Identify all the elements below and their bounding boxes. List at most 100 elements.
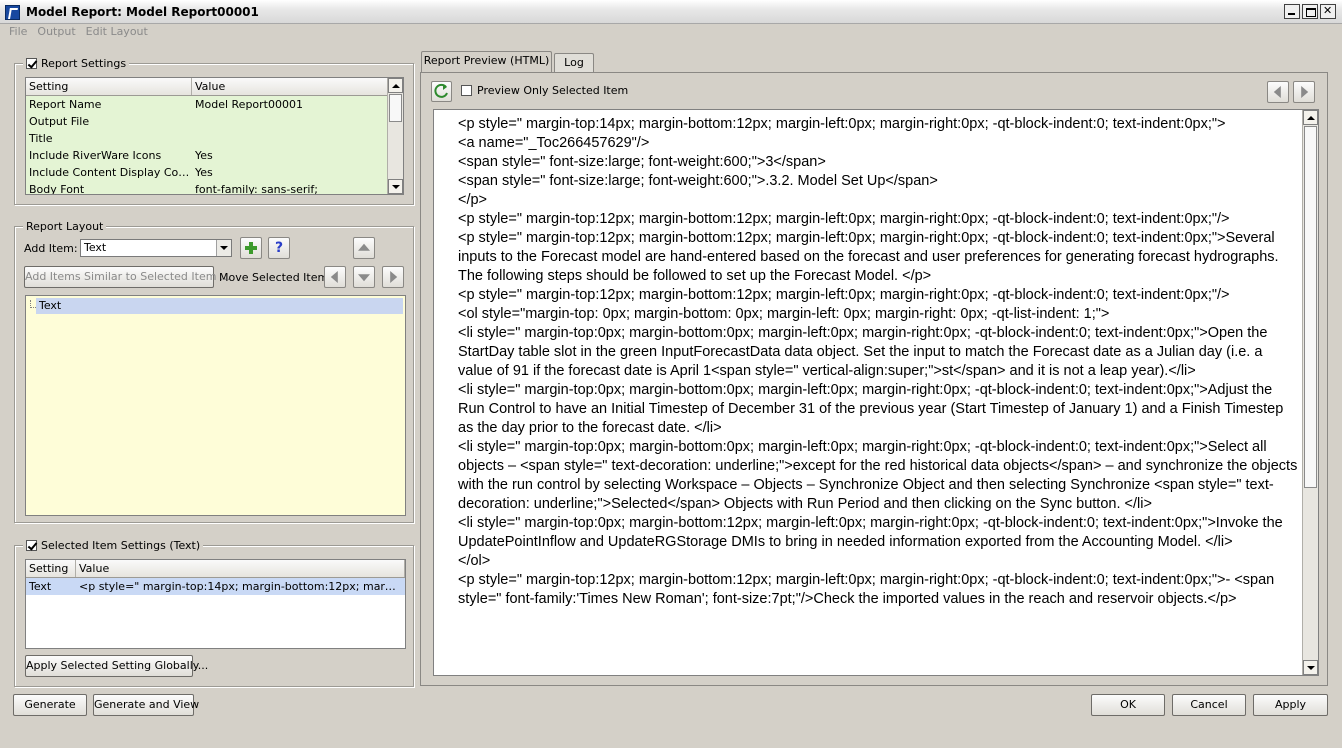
row-setting: Include RiverWare Icons [29, 149, 162, 162]
menu-bar: File Output Edit Layout [0, 24, 1342, 40]
add-item-select[interactable]: Text [80, 239, 232, 257]
help-icon: ? [274, 240, 284, 256]
report-settings-header: Report Settings [23, 57, 130, 70]
scroll-thumb[interactable] [389, 94, 402, 122]
ok-button[interactable]: OK [1091, 694, 1165, 716]
riverware-app-icon [5, 5, 20, 20]
preview-scrollbar[interactable] [1302, 110, 1318, 675]
row-value[interactable]: Yes [192, 147, 388, 164]
row-setting: Text [29, 580, 52, 593]
column-header-value[interactable]: Value [192, 78, 388, 95]
table-row[interactable]: Output File [26, 113, 403, 130]
apply-setting-globally-button[interactable]: Apply Selected Setting Globally... [25, 655, 208, 677]
html-line: </ol> [458, 553, 491, 569]
title-bar: Model Report: Model Report00001 [0, 0, 1342, 24]
close-button[interactable] [1320, 4, 1336, 19]
refresh-button[interactable] [431, 81, 452, 102]
menu-file[interactable]: File [9, 24, 27, 40]
report-layout-header: Report Layout [23, 220, 107, 233]
row-value[interactable]: font-family: sans-serif; [192, 181, 388, 194]
table-row[interactable]: Title [26, 130, 403, 147]
selected-item-settings-table-header: Setting Value [26, 560, 405, 578]
table-row[interactable]: Report Name Model Report00001 [26, 96, 403, 113]
preview-only-selected-checkbox[interactable] [461, 85, 472, 96]
row-setting: Body Font [29, 183, 85, 195]
column-header-setting[interactable]: Setting [26, 560, 76, 577]
html-line: <p style=" margin-top:12px; margin-botto… [458, 287, 1230, 303]
scroll-up-icon[interactable] [388, 78, 403, 93]
help-button[interactable]: ? [268, 237, 290, 259]
html-line: <span style=" font-size:large; font-weig… [458, 154, 826, 170]
html-line: <li style=" margin-top:0px; margin-botto… [458, 382, 1284, 436]
window-controls [1284, 4, 1336, 19]
report-layout-title: Report Layout [26, 220, 104, 233]
report-settings-checkbox[interactable] [26, 58, 37, 69]
preview-only-selected-label: Preview Only Selected Item [477, 84, 629, 97]
row-value[interactable]: <p style=" margin-top:14px; margin-botto… [76, 578, 401, 595]
html-line: <li style=" margin-top:0px; margin-botto… [458, 439, 1298, 512]
row-value[interactable]: Model Report00001 [192, 96, 388, 113]
window-title: Model Report: Model Report00001 [26, 5, 259, 19]
move-down-button[interactable] [353, 266, 375, 288]
apply-button[interactable]: Apply [1253, 694, 1328, 716]
selected-item-settings-checkbox[interactable] [26, 540, 37, 551]
scroll-down-icon[interactable] [388, 179, 403, 194]
row-value[interactable] [192, 130, 388, 147]
column-header-setting[interactable]: Setting [26, 78, 192, 95]
maximize-button[interactable] [1302, 4, 1318, 19]
report-layout-group: Report Layout Add Item: Text ? Add Items… [14, 220, 414, 523]
selected-item-settings-title: Selected Item Settings (Text) [41, 539, 201, 552]
add-item-label: Add Item: [24, 242, 78, 255]
html-line: <p style=" margin-top:12px; margin-botto… [458, 230, 1279, 284]
report-preview-pane: Preview Only Selected Item <p style=" ma… [420, 72, 1328, 686]
move-up-button[interactable] [353, 237, 375, 259]
preview-forward-button[interactable] [1293, 81, 1315, 103]
report-layout-tree[interactable]: Text [25, 295, 406, 516]
report-settings-title: Report Settings [41, 57, 127, 70]
preview-back-button[interactable] [1267, 81, 1289, 103]
generate-and-view-button[interactable]: Generate and View [93, 694, 199, 716]
row-value[interactable]: Yes [192, 164, 388, 181]
html-preview-area[interactable]: <p style=" margin-top:14px; margin-botto… [433, 109, 1319, 676]
cancel-button[interactable]: Cancel [1172, 694, 1246, 716]
row-setting: Include Content Display Controls [29, 166, 192, 179]
menu-output[interactable]: Output [37, 24, 75, 40]
add-item-select-value: Text [84, 241, 107, 254]
tree-item-text[interactable]: Text [36, 298, 403, 314]
row-value[interactable] [192, 113, 388, 130]
selected-item-settings-table: Setting Value Text <p style=" margin-top… [25, 559, 406, 649]
minimize-button[interactable] [1284, 4, 1300, 19]
table-row[interactable]: Body Font font-family: sans-serif; [26, 181, 403, 195]
html-line: <p style=" margin-top:12px; margin-botto… [458, 572, 1275, 607]
table-row[interactable]: Text <p style=" margin-top:14px; margin-… [26, 578, 405, 595]
move-right-button[interactable] [382, 266, 404, 288]
generate-button[interactable]: Generate [13, 694, 87, 716]
scroll-down-icon[interactable] [1303, 660, 1318, 675]
menu-edit-layout[interactable]: Edit Layout [86, 24, 148, 40]
html-line: <li style=" margin-top:0px; margin-botto… [458, 325, 1268, 379]
html-line: <li style=" margin-top:0px; margin-botto… [458, 515, 1283, 550]
report-settings-table-header: Setting Value [26, 78, 403, 96]
tab-report-preview[interactable]: Report Preview (HTML) [421, 51, 552, 73]
html-line: </p> [458, 192, 488, 208]
chevron-down-icon[interactable] [216, 240, 231, 256]
scroll-up-icon[interactable] [1303, 110, 1318, 125]
tab-log[interactable]: Log [554, 53, 594, 73]
report-settings-table: Setting Value Report Name Model Report00… [25, 77, 404, 195]
table-row[interactable]: Include Content Display Controls Yes [26, 164, 403, 181]
move-left-button[interactable] [324, 266, 346, 288]
add-item-button[interactable] [240, 237, 262, 259]
table-row[interactable]: Include RiverWare Icons Yes [26, 147, 403, 164]
plus-icon [245, 242, 257, 254]
column-header-value[interactable]: Value [76, 560, 405, 577]
row-setting: Report Name [29, 98, 102, 111]
html-line: <p style=" margin-top:12px; margin-botto… [458, 211, 1230, 227]
selected-item-settings-header: Selected Item Settings (Text) [23, 539, 204, 552]
scroll-thumb[interactable] [1304, 126, 1317, 488]
move-selected-item-label: Move Selected Item: [219, 271, 332, 284]
add-similar-items-button[interactable]: Add Items Similar to Selected Item ... [24, 266, 230, 288]
html-line: <span style=" font-size:large; font-weig… [458, 173, 938, 189]
selected-item-settings-group: Selected Item Settings (Text) Setting Va… [14, 539, 414, 687]
report-settings-scrollbar[interactable] [387, 78, 403, 194]
html-line: <ol style="margin-top: 0px; margin-botto… [458, 306, 1110, 322]
